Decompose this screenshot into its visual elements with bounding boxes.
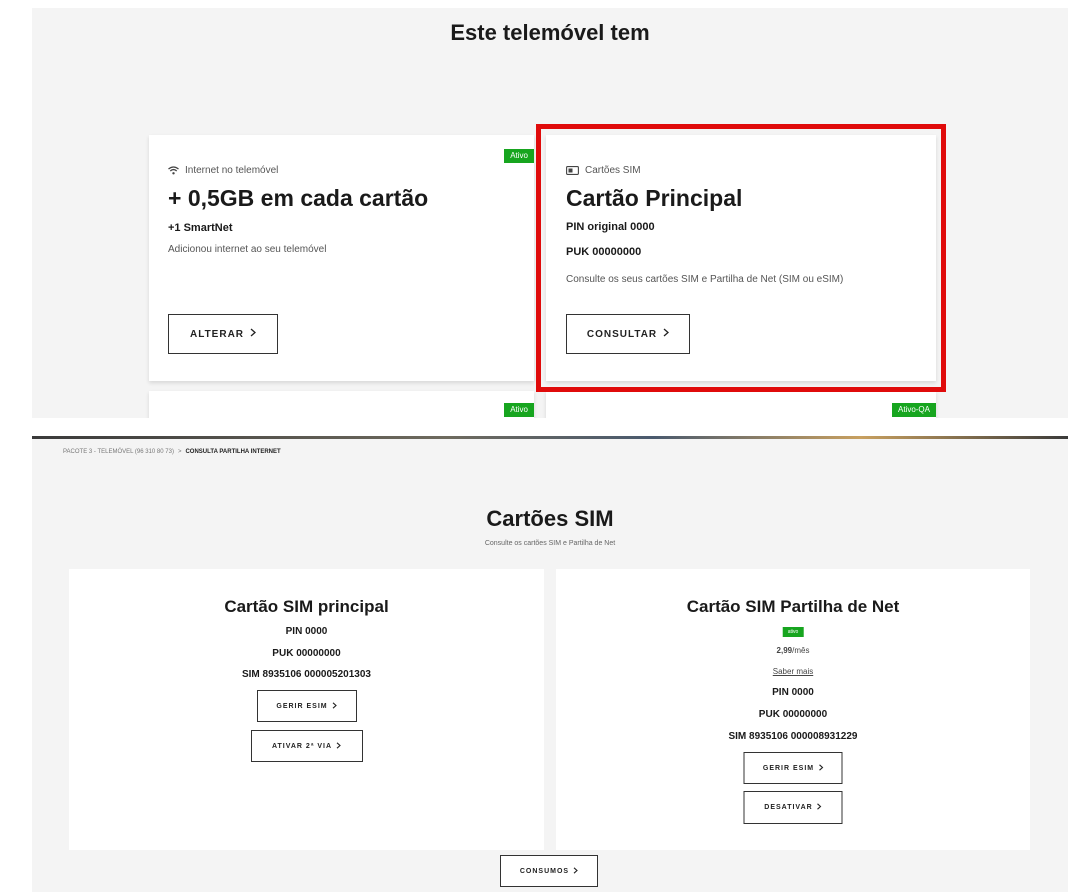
gerir-esim-label: GERIR ESIM bbox=[762, 764, 815, 772]
card-subtitle: +1 SmartNet bbox=[168, 222, 233, 234]
chevron-right-icon bbox=[573, 866, 578, 876]
ativar-2a-via-button[interactable]: ATIVAR 2ª VIA bbox=[250, 730, 363, 762]
wifi-icon bbox=[168, 166, 179, 175]
chevron-right-icon bbox=[817, 803, 822, 812]
desativar-label: DESATIVAR bbox=[764, 804, 813, 811]
alterar-button[interactable]: ALTERAR bbox=[168, 314, 278, 354]
card-kicker: Cartões SIM bbox=[566, 165, 641, 176]
card-description: Consulte os seus cartões SIM e Partilha … bbox=[566, 274, 844, 285]
main-sim-card: Cartão SIM principal PIN 0000 PUK 000000… bbox=[69, 569, 544, 850]
share-sim-puk: PUK 00000000 bbox=[758, 709, 828, 720]
breadcrumb-separator: > bbox=[177, 449, 182, 455]
breadcrumb: PACOTE 3 - TELEMÓVEL (96 310 80 73) > CO… bbox=[63, 449, 281, 455]
gerir-esim-label: GERIR ESIM bbox=[276, 702, 328, 710]
share-sim-title: Cartão SIM Partilha de Net bbox=[686, 597, 900, 616]
card-headline: + 0,5GB em cada cartão bbox=[168, 185, 429, 211]
sim-cards-card: Cartões SIM Cartão Principal PIN origina… bbox=[546, 135, 936, 381]
main-sim-pin: PIN 0000 bbox=[285, 626, 328, 637]
breadcrumb-parent[interactable]: PACOTE 3 - TELEMÓVEL (96 310 80 73) bbox=[63, 449, 174, 455]
section-title: Este telemóvel tem bbox=[450, 20, 650, 45]
consumos-button[interactable]: CONSUMOS bbox=[500, 855, 598, 887]
card-kicker: Internet no telemóvel bbox=[168, 165, 278, 176]
share-sim-number: SIM 8935106 000008931229 bbox=[728, 731, 858, 742]
status-badge: Ativo-QA bbox=[891, 403, 936, 417]
next-card-left: Ativo bbox=[149, 391, 534, 418]
main-sim-puk: PUK 00000000 bbox=[272, 648, 341, 659]
consultar-button-label: CONSULTAR bbox=[586, 328, 658, 340]
price-unit: /mês bbox=[792, 646, 810, 655]
main-sim-number: SIM 8935106 000005201303 bbox=[241, 669, 371, 680]
share-sim-price: 2,99/mês bbox=[556, 646, 1030, 655]
card-description: Adicionou internet ao seu telemóvel bbox=[168, 244, 327, 255]
share-sim-card: Cartão SIM Partilha de Net ativo 2,99/mê… bbox=[556, 569, 1030, 850]
chevron-right-icon bbox=[332, 701, 337, 711]
consultar-button[interactable]: CONSULTAR bbox=[566, 314, 690, 354]
puk-code: PUK 00000000 bbox=[566, 246, 642, 258]
gerir-esim-button[interactable]: GERIR ESIM bbox=[743, 752, 843, 784]
internet-card: Ativo Internet no telemóvel + 0,5GB em c… bbox=[149, 135, 534, 381]
desativar-button[interactable]: DESATIVAR bbox=[743, 791, 843, 824]
status-badge: ativo bbox=[782, 627, 804, 637]
main-sim-title: Cartão SIM principal bbox=[224, 597, 389, 616]
page-title: Cartões SIM bbox=[486, 506, 614, 531]
alterar-button-label: ALTERAR bbox=[189, 328, 245, 340]
status-badge: Ativo bbox=[504, 149, 534, 163]
price-value: 2,99 bbox=[776, 646, 793, 655]
chevron-right-icon bbox=[336, 741, 341, 751]
bottom-panel: PACOTE 3 - TELEMÓVEL (96 310 80 73) > CO… bbox=[32, 439, 1068, 892]
ativar-2a-via-label: ATIVAR 2ª VIA bbox=[271, 742, 333, 750]
sim-card-icon bbox=[566, 166, 579, 175]
status-badge: Ativo bbox=[504, 403, 534, 417]
breadcrumb-current: CONSULTA PARTILHA INTERNET bbox=[185, 449, 281, 455]
chevron-right-icon bbox=[818, 763, 823, 773]
consumos-label: CONSUMOS bbox=[519, 867, 570, 875]
card-headline: Cartão Principal bbox=[566, 185, 743, 211]
pin-original: PIN original 0000 bbox=[566, 221, 655, 233]
gerir-esim-button[interactable]: GERIR ESIM bbox=[256, 690, 357, 722]
saber-mais-link[interactable]: Saber mais bbox=[556, 667, 1030, 676]
share-sim-pin: PIN 0000 bbox=[772, 687, 814, 698]
card-kicker-label: Internet no telemóvel bbox=[185, 165, 279, 176]
chevron-right-icon bbox=[663, 328, 670, 340]
card-kicker-label: Cartões SIM bbox=[585, 165, 641, 176]
next-card-right: Ativo-QA bbox=[546, 391, 936, 418]
chevron-right-icon bbox=[250, 328, 257, 340]
top-panel: Este telemóvel tem Ativo Internet no tel… bbox=[32, 8, 1068, 418]
page-subtitle: Consulte os cartões SIM e Partilha de Ne… bbox=[484, 540, 616, 547]
